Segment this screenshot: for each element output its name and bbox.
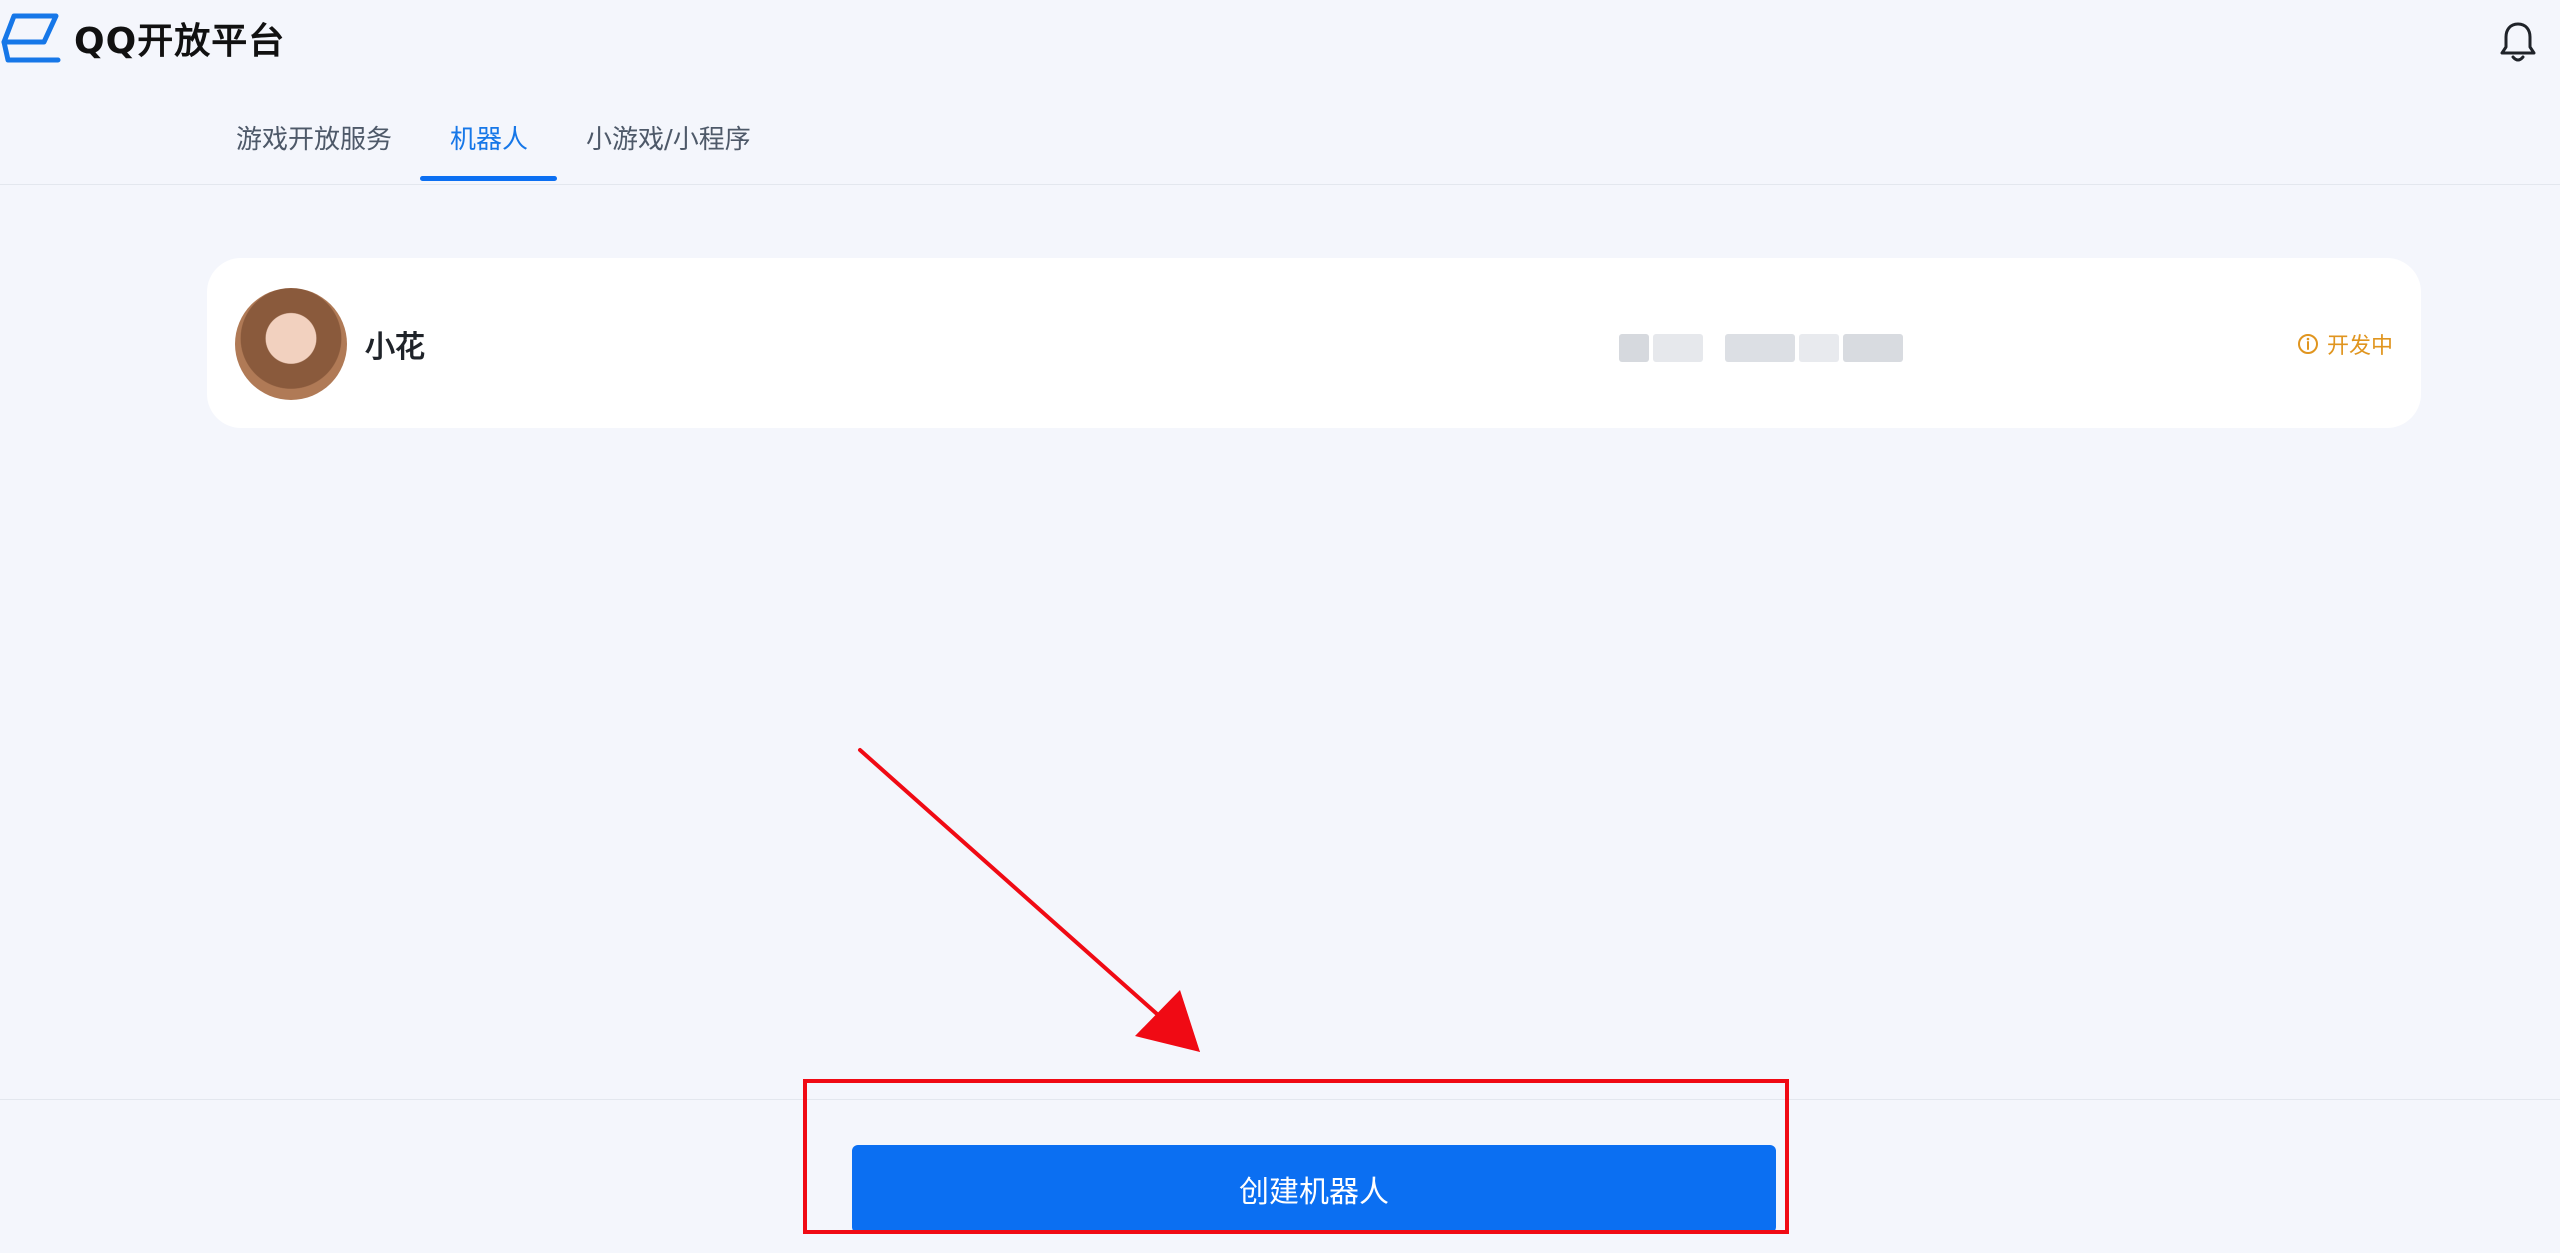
bot-name: 小花: [365, 330, 425, 365]
logo-text: QQ开放平台: [74, 21, 286, 62]
status-badge: 开发中: [2297, 328, 2393, 360]
info-icon: [2297, 334, 2318, 354]
avatar: [235, 288, 347, 400]
tab-mini-games[interactable]: 小游戏/小程序: [586, 118, 751, 184]
tab-bots[interactable]: 机器人: [450, 118, 528, 184]
bell-icon[interactable]: [2498, 20, 2538, 64]
active-tab-indicator: [420, 176, 557, 181]
bot-id-redacted: [1619, 330, 1909, 366]
status-text: 开发中: [2326, 334, 2393, 359]
tab-bar: 游戏开放服务 机器人 小游戏/小程序: [0, 118, 2560, 185]
qq-open-platform-logo-icon: [1, 13, 61, 63]
annotation-arrow-icon: [858, 748, 1200, 1052]
annotation-highlight-box: [803, 1079, 1789, 1234]
page: QQ开放平台 游戏开放服务 机器人 小游戏/小程序 小花 开发中 创建机器人: [0, 0, 2560, 1253]
bot-card[interactable]: 小花 开发中: [207, 258, 2421, 428]
logo[interactable]: QQ开放平台: [0, 10, 285, 66]
tab-game-services[interactable]: 游戏开放服务: [236, 118, 392, 184]
